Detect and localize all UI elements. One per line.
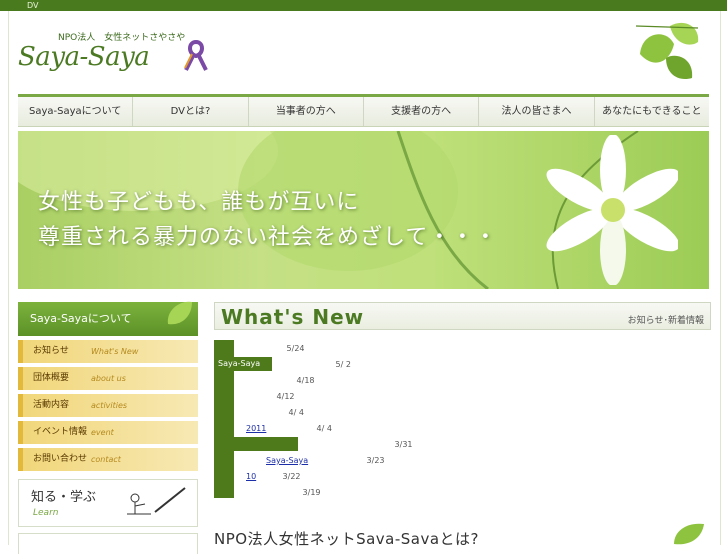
news-item: 5/ 2 [279,358,351,372]
news-item: 3/19 [246,486,321,500]
hero-banner: 女性も子どもも、誰もが互いに 尊重される暴力のない社会をめざして・・・ [18,131,709,289]
news-item: 2011 4/ 4 [246,422,332,436]
news-item: 4/18 [246,374,315,388]
top-bar: DV [0,0,727,11]
leaf-decoration-icon [635,22,699,80]
sidebar-item-sublabel: activities [91,401,128,410]
learn-subtitle: Learn [33,508,59,518]
news-label: Saya-Saya [214,357,272,371]
sidebar-item-sublabel: event [91,428,114,437]
sidebar-item-activities[interactable]: 活動内容 activities [18,394,198,417]
news-item-date: 4/12 [276,392,295,401]
news-item: 10 3/22 [246,470,301,484]
news-item-date: 4/18 [296,376,315,385]
white-flower-icon [546,135,678,285]
news-item-date: 3/22 [282,472,301,481]
news-item-date: 5/ 2 [335,360,351,369]
sidebar-item-sublabel: What's New [91,347,139,356]
sidebar-item-about-us[interactable]: 団体概要 about us [18,367,198,390]
news-item-date: 3/31 [394,440,413,449]
nav-victims[interactable]: 当事者の方へ [249,97,364,126]
more-banner[interactable] [18,533,198,554]
sidebar-item-event[interactable]: イベント情報 event [18,421,198,444]
nav-about[interactable]: Saya-Sayaについて [18,97,134,126]
sidebar-header-label: Saya-Sayaについて [30,312,132,325]
news-item-date: 3/23 [366,456,385,465]
sidebar-item-contact[interactable]: お問い合わせ contact [18,448,198,471]
sidebar: Saya-Sayaについて お知らせ What's New 団体概要 about u… [18,301,198,554]
news-item-date: 3/19 [302,488,321,497]
learn-banner[interactable]: 知る・学ぶ Learn [18,479,198,527]
leaf-icon [167,301,192,325]
leaf-decoration-icon [674,523,704,545]
news-item: 5/24 [246,342,305,356]
about-heading: NPO法人女性ネットSava-Savaとは? [214,530,480,548]
purple-ribbon-icon [184,39,208,71]
hero-line-2: 尊重される暴力のない社会をめざして・・・ [38,225,498,250]
sidebar-item-label: 団体概要 [33,373,70,383]
whats-new-title: What's New [221,305,365,329]
learn-title: 知る・学ぶ [31,490,97,505]
news-item-date: 4/ 4 [288,408,304,417]
sidebar-item-news[interactable]: お知らせ What's New [18,340,198,363]
news-item: Saya-Saya 3/23 [246,454,385,468]
news-item-date: 5/24 [286,344,305,353]
news-item-link[interactable]: Saya-Saya [246,454,364,468]
nav-what-you-can-do[interactable]: あなたにもできること [595,97,709,126]
news-item: 4/ 4 [246,406,304,420]
news-highlight-bar [234,437,298,451]
nav-supporters[interactable]: 支援者の方へ [364,97,480,126]
whats-new-header: What's New お知らせ･新着情報 [214,302,711,330]
reading-figure-icon [127,487,186,515]
news-item-date: 4/ 4 [316,424,332,433]
sidebar-item-label: お知らせ [33,346,69,356]
whats-new-subtitle[interactable]: お知らせ･新着情報 [628,313,704,326]
news-item-link[interactable]: 2011 [246,422,314,436]
logo-name: Saya-Saya [18,42,150,72]
news-item: 4/12 [246,390,295,404]
sidebar-item-label: イベント情報 [33,427,88,437]
nav-dv[interactable]: DVとは? [133,97,249,126]
news-item-link[interactable]: 10 [246,470,280,484]
hero-line-1: 女性も子どもも、誰もが互いに [38,190,360,215]
main-nav: Saya-Sayaについて DVとは? 当事者の方へ 支援者の方へ 法人の皆さま… [18,94,709,127]
sidebar-item-sublabel: about us [91,374,126,383]
sidebar-item-sublabel: contact [91,455,121,464]
sidebar-item-label: 活動内容 [33,400,70,410]
top-bar-label: DV [27,1,39,10]
news-item: 3/31 [304,438,413,452]
sidebar-header[interactable]: Saya-Sayaについて [18,301,198,336]
nav-corporations[interactable]: 法人の皆さまへ [479,97,595,126]
sidebar-item-label: お問い合わせ [33,454,88,464]
